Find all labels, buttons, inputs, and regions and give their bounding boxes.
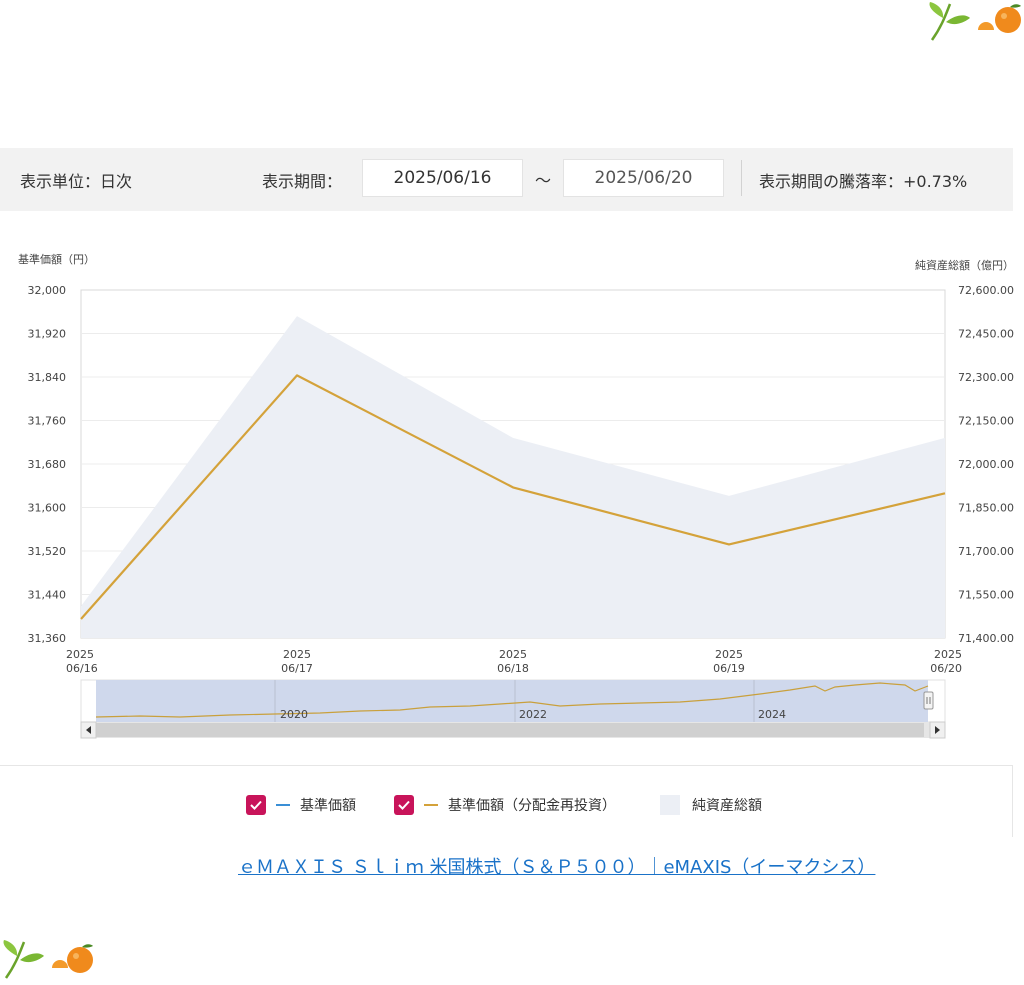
left-axis-title: 基準価額（円） [18,252,95,266]
navigator-label: 2024 [758,708,786,721]
y-left-tick-label: 31,760 [28,415,67,428]
y-right-tick-label: 71,400.00 [958,632,1014,645]
y-left-tick-label: 31,920 [28,328,67,341]
area-swatch [660,795,680,815]
y-left-tick-label: 31,680 [28,458,67,471]
right-axis-title: 純資産総額（億円） [915,258,1014,272]
legend-item-net-assets[interactable]: 純資産総額 [660,795,762,815]
y-right-tick-label: 71,550.00 [958,589,1014,602]
y-left-tick-label: 31,440 [28,589,67,602]
legend-label: 基準価額 [300,798,356,814]
navigator-label: 2020 [280,708,308,721]
scrollbar-thumb[interactable] [96,723,924,737]
x-tick-date: 06/18 [497,662,529,675]
x-tick-date: 06/16 [66,662,98,675]
display-period-label: 表示期間： [262,172,343,191]
start-date-input[interactable] [362,159,523,197]
navigator-handle-right[interactable] [923,691,934,710]
legend-item-nav[interactable]: 基準価額 [246,795,356,815]
x-tick-year: 2025 [283,648,311,661]
y-left-tick-label: 31,840 [28,371,67,384]
line-swatch [276,804,290,806]
x-tick-year: 2025 [66,648,94,661]
x-tick-date: 06/20 [930,662,962,675]
checkbox-checked-icon[interactable] [246,795,266,815]
end-date-input[interactable] [563,159,724,197]
y-right-tick-label: 72,450.00 [958,328,1014,341]
y-right-tick-label: 71,850.00 [958,502,1014,515]
x-tick-date: 06/19 [713,662,745,675]
leaf-orange-icon [929,2,1021,41]
navigator-label: 2022 [519,708,547,721]
y-left-tick-label: 31,520 [28,545,67,558]
y-right-tick-label: 72,300.00 [958,371,1014,384]
x-tick-year: 2025 [499,648,527,661]
nav-chart: 基準価額（円） 純資産総額（億円） 32,000 31,920 31,840 31,7… [18,252,1014,739]
display-unit-label: 表示単位：日次 [20,172,133,191]
date-range-separator: ～ [535,171,552,190]
y-left-tick-label: 31,360 [28,632,67,645]
x-tick-date: 06/17 [281,662,313,675]
period-change-rate: 表示期間の騰落率：+0.73% [759,172,968,191]
y-left-tick-label: 31,600 [28,502,67,515]
x-tick-year: 2025 [934,648,962,661]
y-left-tick-label: 32,000 [28,284,67,297]
leaf-orange-icon [3,940,93,979]
chart-toolbar: 表示単位：日次 表示期間： ～ 表示期間の騰落率：+0.73% [0,148,1013,211]
y-right-tick-label: 71,700.00 [958,545,1014,558]
fund-page-link[interactable]: ｅＭＡＸＩＳ Ｓｌｉｍ 米国株式（Ｓ＆Ｐ５００）｜eMAXIS（イーマクシス） [238,853,875,879]
range-navigator[interactable]: 2020 2022 2024 [80,679,946,739]
y-right-tick-label: 72,000.00 [958,458,1014,471]
y-right-tick-label: 72,150.00 [958,415,1014,428]
legend-label: 純資産総額 [692,798,762,814]
line-swatch [424,804,438,806]
chart-legend: 基準価額 基準価額（分配金再投資） 純資産総額 [0,765,1013,837]
legend-label: 基準価額（分配金再投資） [448,798,616,814]
toolbar-divider [741,160,742,196]
y-right-tick-label: 72,600.00 [958,284,1014,297]
legend-item-nav-reinvested[interactable]: 基準価額（分配金再投資） [394,795,616,815]
checkbox-checked-icon[interactable] [394,795,414,815]
x-tick-year: 2025 [715,648,743,661]
